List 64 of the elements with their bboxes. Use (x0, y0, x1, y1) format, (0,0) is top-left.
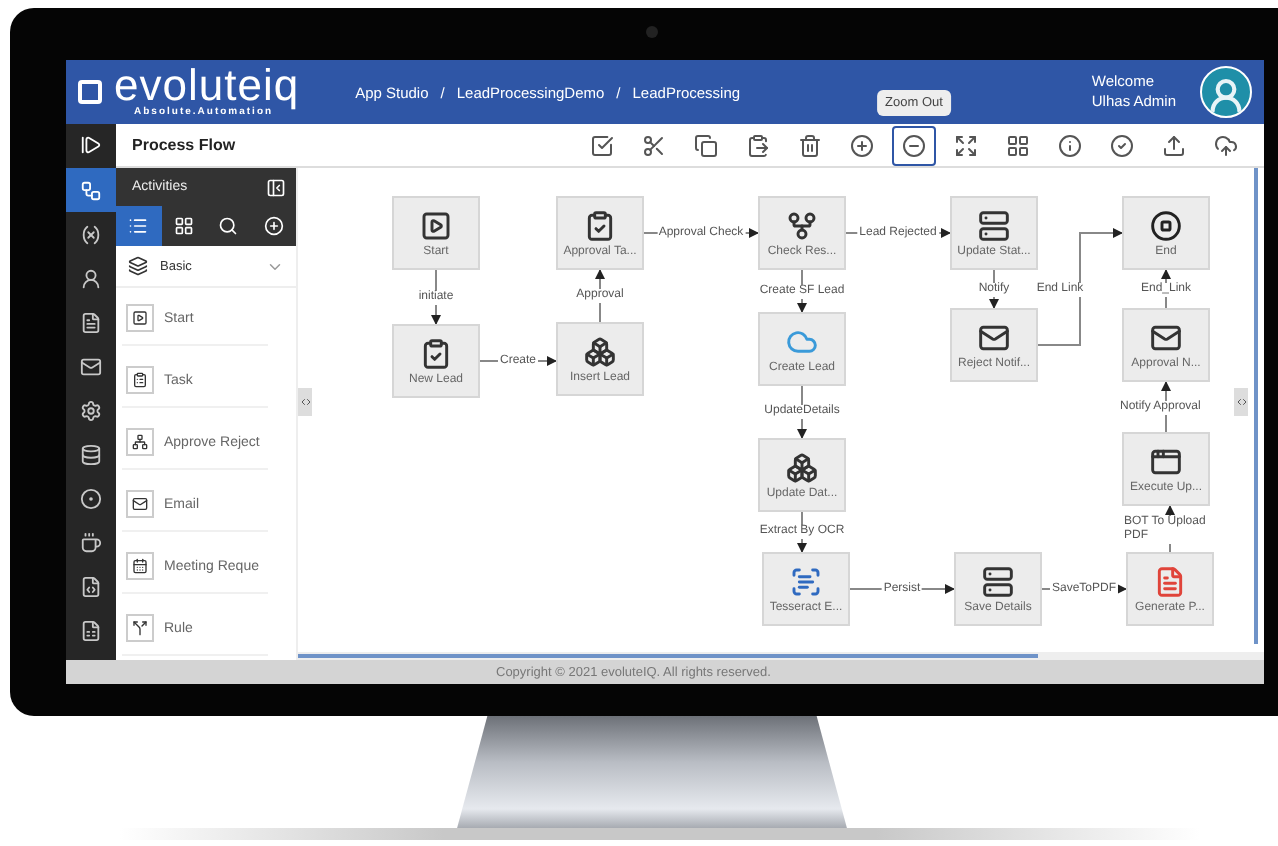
user-icon (80, 267, 102, 289)
vertical-scrollbar[interactable] (1254, 168, 1258, 644)
check-circle-icon (1110, 133, 1134, 157)
flow-icon (80, 179, 102, 201)
camera-dot (646, 26, 658, 38)
add-icon (263, 216, 284, 236)
list-icon (128, 216, 149, 236)
hierarchy-icon (126, 428, 154, 456)
mail-icon (978, 321, 1010, 353)
hexagon-cluster-icon (584, 335, 616, 367)
branch-icon (786, 209, 818, 241)
window-icon (1150, 445, 1182, 477)
logo-text: evoluteiq (114, 66, 300, 106)
copy-icon (694, 133, 718, 157)
expand-arrow-icon (80, 134, 102, 156)
horizontal-scrollbar[interactable] (298, 652, 1264, 660)
scrollbar-thumb[interactable] (298, 654, 1038, 658)
panel-handle[interactable] (1234, 388, 1248, 416)
pdf-file-icon (1154, 565, 1186, 597)
collapse-icon[interactable] (266, 177, 286, 197)
panel-title: Process Flow (130, 136, 238, 154)
clipboard-icon (584, 209, 616, 241)
server-icon (982, 565, 1014, 597)
circle-icon (80, 487, 102, 509)
paste-icon (746, 133, 770, 157)
calendar-icon (126, 552, 154, 580)
mail-icon (80, 355, 102, 377)
rail-toggle-button[interactable] (66, 123, 116, 167)
upload-icon (1162, 133, 1186, 157)
cut-icon (642, 133, 666, 157)
info-icon (1058, 133, 1082, 157)
hexagon-cluster-icon (786, 451, 818, 483)
stop-icon (1150, 209, 1182, 241)
zoom-in-icon (850, 133, 874, 157)
grid-icon (1006, 133, 1030, 157)
select-icon (590, 133, 614, 157)
play-icon (126, 304, 154, 332)
zoom-out-icon (902, 133, 926, 157)
settings-icon (80, 399, 102, 421)
mail-icon (1150, 321, 1182, 353)
layers-icon (128, 256, 148, 276)
clipboard-icon (126, 366, 154, 394)
grid-icon (173, 216, 194, 236)
cloud-upload-icon (1214, 133, 1238, 157)
delete-icon (798, 133, 822, 157)
connector-arrow (1037, 228, 1123, 346)
mail-icon (126, 490, 154, 518)
logo-mark-icon (78, 80, 102, 104)
server-icon (978, 209, 1010, 241)
expand-icon (954, 133, 978, 157)
rail-button[interactable] (66, 168, 116, 212)
ocr-scan-icon (790, 565, 822, 597)
play-icon (420, 209, 452, 241)
avatar-icon[interactable] (1200, 66, 1252, 118)
document-icon (80, 311, 102, 333)
database-icon (80, 443, 102, 465)
code-file-icon (80, 575, 102, 597)
panel-handle[interactable] (298, 388, 312, 416)
cloud-icon (786, 325, 818, 357)
variable-icon (80, 223, 102, 245)
search-icon (218, 216, 239, 236)
clipboard-icon (420, 337, 452, 369)
spreadsheet-icon (80, 619, 102, 641)
cup-icon (80, 531, 102, 553)
